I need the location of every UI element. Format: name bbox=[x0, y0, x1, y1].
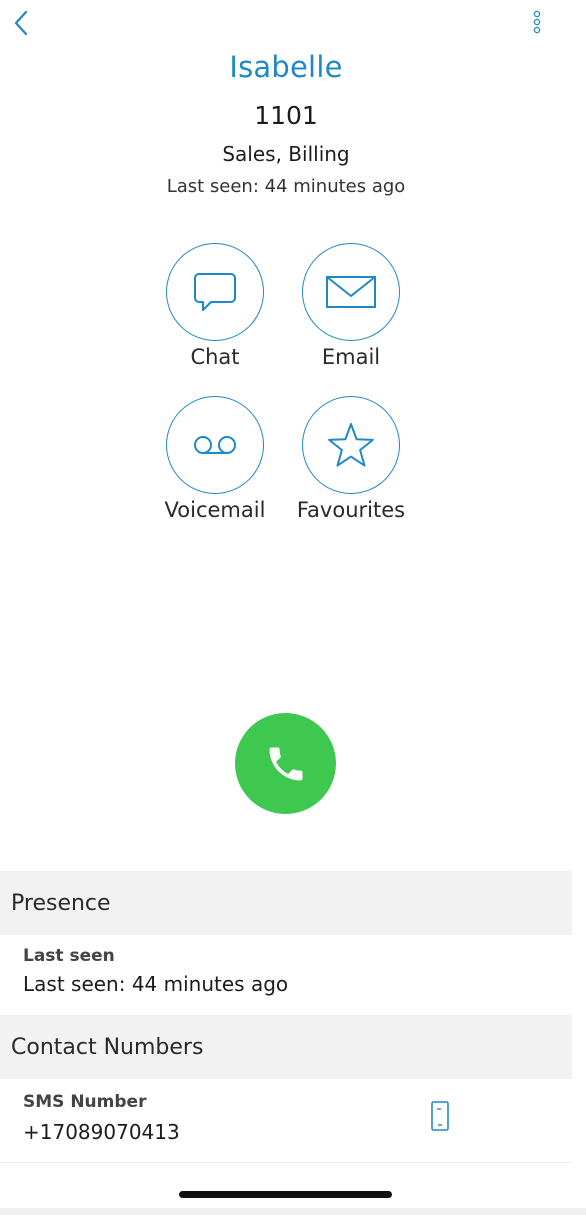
back-button[interactable] bbox=[8, 6, 36, 42]
screen-bottom-edge bbox=[0, 1208, 586, 1215]
voicemail-label: Voicemail bbox=[164, 498, 266, 522]
contact-groups: Sales, Billing bbox=[222, 142, 350, 166]
chat-circle bbox=[166, 243, 264, 341]
sms-number-label: SMS Number bbox=[23, 1092, 147, 1112]
star-icon bbox=[328, 423, 374, 467]
voicemail-action-button[interactable]: Voicemail bbox=[145, 396, 285, 522]
email-label: Email bbox=[321, 345, 381, 369]
call-button[interactable] bbox=[235, 713, 336, 814]
favourites-action-button[interactable]: Favourites bbox=[281, 396, 421, 522]
contact-name: Isabelle bbox=[229, 50, 343, 84]
screen-edge bbox=[572, 0, 586, 1215]
email-action-button[interactable]: Email bbox=[281, 243, 421, 369]
chevron-left-icon bbox=[14, 10, 28, 36]
contact-numbers-section-header: Contact Numbers bbox=[0, 1015, 572, 1079]
presence-value: Last seen: 44 minutes ago bbox=[23, 972, 289, 996]
contact-last-seen: Last seen: 44 minutes ago bbox=[166, 176, 406, 197]
envelope-icon bbox=[326, 276, 376, 308]
email-circle bbox=[302, 243, 400, 341]
favourites-label: Favourites bbox=[296, 498, 406, 522]
voicemail-icon bbox=[194, 436, 236, 454]
presence-section-header: Presence bbox=[0, 871, 572, 935]
sms-number-value[interactable]: +17089070413 bbox=[23, 1120, 180, 1144]
mobile-phone-icon bbox=[431, 1101, 449, 1131]
contact-extension: 1101 bbox=[254, 101, 318, 130]
phone-icon bbox=[269, 747, 302, 780]
contact-detail-screen: Isabelle 1101 Sales, Billing Last seen: … bbox=[0, 0, 586, 1215]
list-divider bbox=[0, 1162, 572, 1163]
home-indicator[interactable] bbox=[179, 1191, 392, 1198]
chat-bubble-icon bbox=[194, 273, 236, 311]
sms-number-action[interactable] bbox=[430, 1100, 450, 1134]
chat-action-button[interactable]: Chat bbox=[145, 243, 285, 369]
more-vertical-icon bbox=[533, 10, 541, 34]
more-options-button[interactable] bbox=[526, 6, 548, 42]
favourites-circle bbox=[302, 396, 400, 494]
presence-label: Last seen bbox=[23, 946, 115, 966]
voicemail-circle bbox=[166, 396, 264, 494]
chat-label: Chat bbox=[190, 345, 240, 369]
